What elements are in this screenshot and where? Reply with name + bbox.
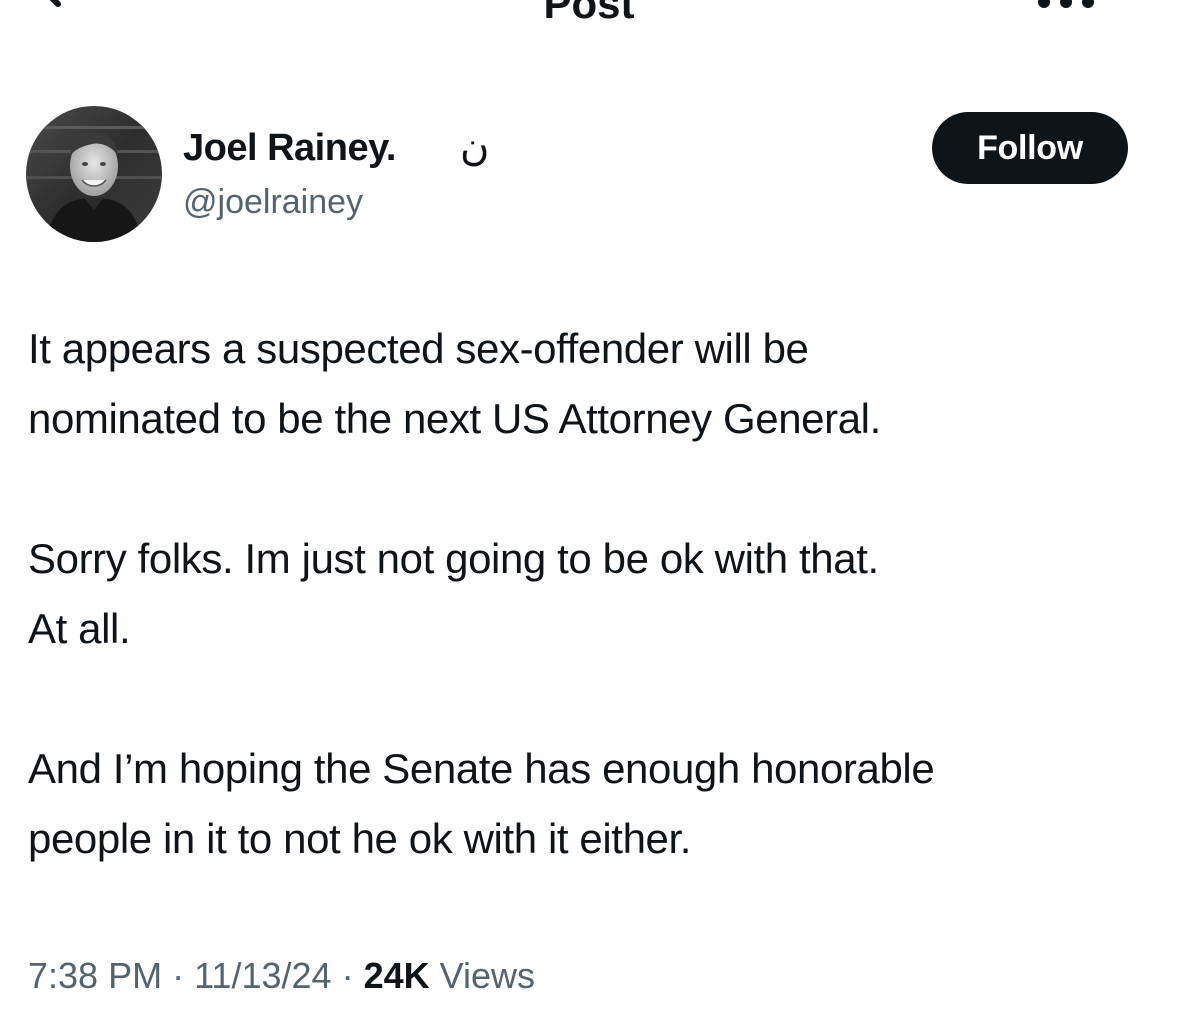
author-name-glyph: ن [460,124,490,170]
post-time[interactable]: 7:38 PM [28,955,162,996]
page-title: Post [543,0,635,27]
author-handle[interactable]: @joelrainey [183,180,363,224]
more-dots-icon[interactable] [1034,0,1098,16]
avatar[interactable] [26,106,162,242]
post-text-line: people in it to not he ok with it either… [28,815,692,862]
post-text-line: nominated to be the next US Attorney Gen… [28,395,881,442]
post-text-line: It appears a suspected sex-offender will… [28,325,809,372]
avatar-image [26,106,162,242]
post-date[interactable]: 11/13/24 [194,955,331,996]
post-text-line: And I’m hoping the Senate has enough hon… [28,745,935,792]
views-label[interactable]: Views [440,955,535,996]
follow-button[interactable]: Follow [932,112,1128,184]
top-bar: Post [0,0,1178,40]
meta-separator: · [172,955,185,996]
author-display-name[interactable]: Joel Rainey. [183,124,396,172]
post-text-line: Sorry folks. Im just not going to be ok … [28,535,879,582]
post-text-line: At all. [28,605,131,652]
meta-separator: · [341,955,354,996]
views-count[interactable]: 24K [364,955,430,996]
post-meta: 7:38 PM · 11/13/24 · 24K Views [28,952,535,1000]
